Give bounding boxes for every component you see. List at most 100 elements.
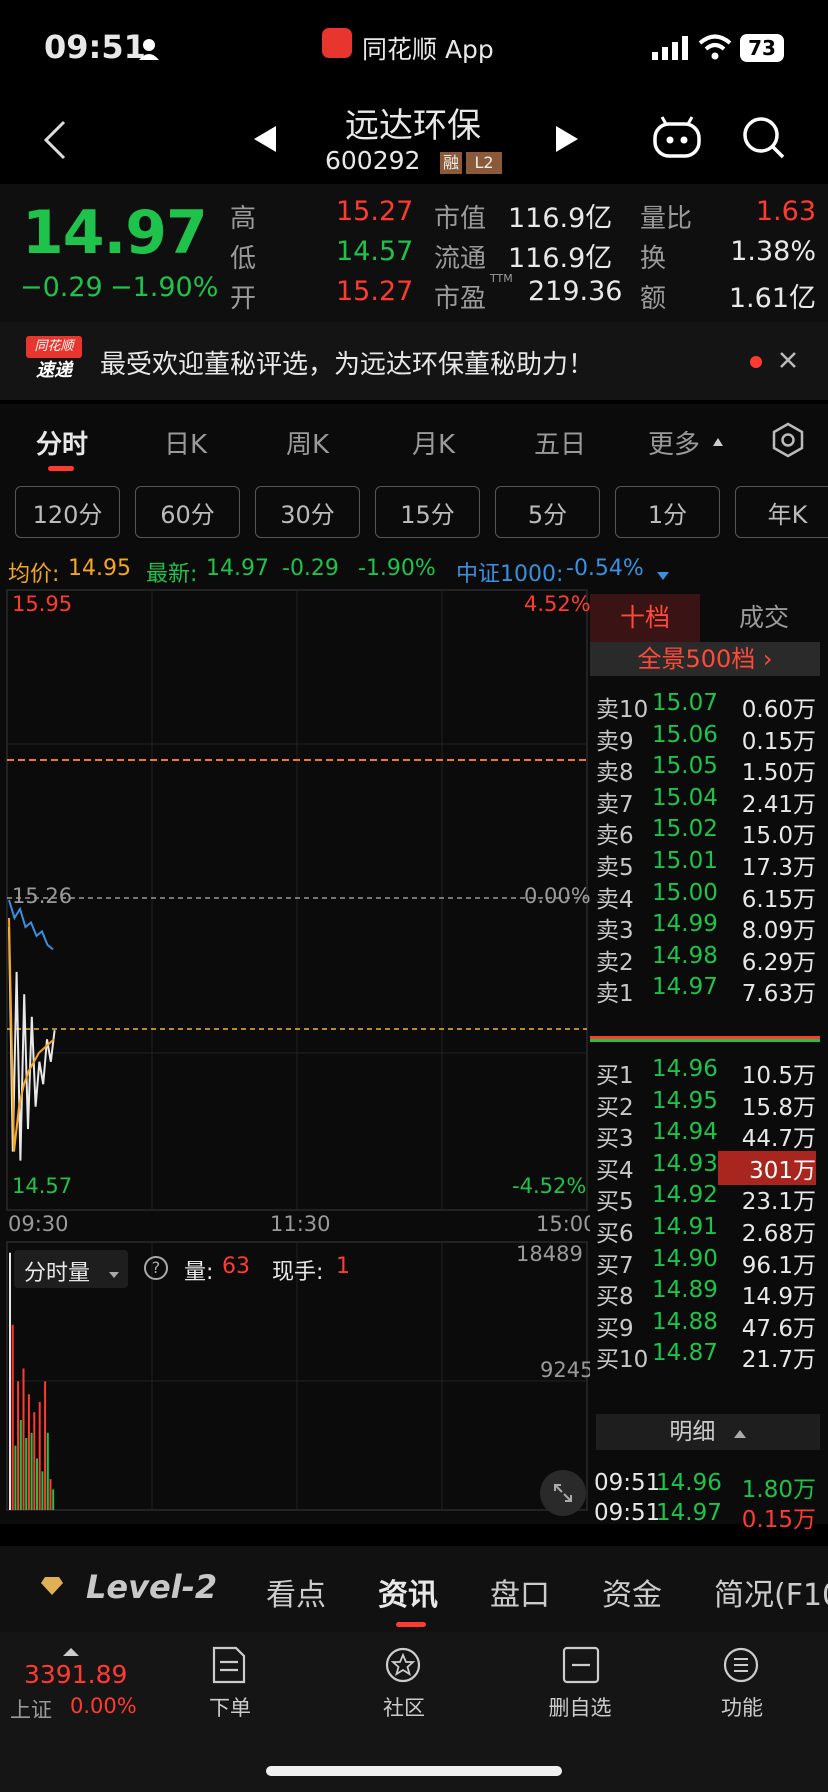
volume-bar (11, 1324, 14, 1510)
stat-value-high: 15.27 (336, 196, 414, 227)
tab-highlights[interactable]: 看点 (266, 1570, 326, 1614)
battery-icon: 73 (740, 34, 784, 62)
index-label[interactable]: 中证1000: (456, 556, 563, 588)
tab-five-day[interactable]: 五日 (534, 424, 586, 461)
tab-more[interactable]: 更多 (648, 424, 700, 461)
order-document-icon (212, 1646, 246, 1684)
bid-row[interactable]: 买8 14.89 14.9万 (590, 1273, 828, 1310)
bid-row[interactable]: 买7 14.90 96.1万 (590, 1242, 828, 1279)
nav-community-label: 社区 (383, 1696, 425, 1720)
tab-news[interactable]: 资讯 (378, 1570, 438, 1614)
intraday-chart[interactable]: 15.95 4.52% 15.26 0.00% 14.57 -4.52% 09:… (0, 588, 597, 1524)
vol-value: 63 (222, 1254, 250, 1279)
period-60min[interactable]: 60分 (135, 486, 240, 538)
unread-dot (750, 356, 762, 368)
stat-label: 低 (230, 244, 257, 274)
ask-row[interactable]: 卖9 15.06 0.15万 (590, 718, 828, 755)
nav-order[interactable]: 下单 (190, 1640, 270, 1720)
ask-row[interactable]: 卖3 14.99 8.09万 (590, 907, 828, 944)
nav-community[interactable]: 社区 (364, 1640, 444, 1720)
bid-row[interactable]: 买3 14.94 44.7万 (590, 1115, 828, 1152)
tab-daily-k[interactable]: 日K (164, 424, 207, 461)
help-icon[interactable]: ? (144, 1256, 168, 1280)
stat-label: 市值 (434, 204, 487, 234)
next-stock-icon[interactable] (554, 124, 580, 158)
volume-indicator-select[interactable]: 分时量 (14, 1250, 128, 1288)
ask-row[interactable]: 卖6 15.02 15.0万 (590, 812, 828, 849)
bid-row[interactable]: 买5 14.92 23.1万 (590, 1178, 828, 1215)
level-price: 14.94 (652, 1119, 718, 1146)
volume-bar (25, 1438, 28, 1510)
stat-label: 流通 (434, 244, 487, 274)
stat-value-low: 14.57 (336, 236, 414, 267)
robot-assistant-icon[interactable] (652, 114, 702, 164)
close-icon[interactable] (778, 350, 798, 374)
bid-row[interactable]: 买2 14.95 15.8万 (590, 1084, 828, 1121)
volume-bar (30, 1432, 33, 1510)
price-change: −0.29 (20, 272, 103, 303)
tab-intraday[interactable]: 分时 (36, 424, 88, 461)
tab-ten-levels[interactable]: 十档 (590, 594, 700, 642)
full-depth-link[interactable]: 全景500档 › (590, 642, 820, 676)
tab-weekly-k[interactable]: 周K (286, 424, 329, 461)
period-30min[interactable]: 30分 (255, 486, 360, 538)
level-price: 14.88 (652, 1308, 718, 1335)
current-price: 14.97 (22, 198, 208, 268)
ask-row[interactable]: 卖4 15.00 6.15万 (590, 876, 828, 913)
margin-badge: 融 (440, 152, 462, 174)
level-price: 14.90 (652, 1245, 718, 1272)
pct-axis-high: 4.52% (524, 592, 591, 616)
stat-value-turnover: 1.38% (730, 236, 816, 267)
index-ticker[interactable]: 3391.89 上证 0.00% (0, 1632, 140, 1732)
bid-row[interactable]: 买10 14.87 21.7万 (590, 1336, 828, 1373)
latest-change-pct: -1.90% (358, 556, 436, 581)
volume-bar (22, 1368, 25, 1510)
bid-row[interactable]: 买6 14.91 2.68万 (590, 1210, 828, 1247)
volume-bar (17, 1381, 20, 1510)
level-price: 14.97 (652, 974, 718, 1001)
level-price: 14.99 (652, 911, 718, 938)
caret-up-icon (733, 1430, 746, 1438)
search-icon[interactable] (742, 116, 786, 164)
bid-row[interactable]: 买4 14.93 301万 (590, 1147, 828, 1185)
nav-remove-watchlist-label: 删自选 (548, 1696, 612, 1720)
trade-row: 09:51 14.97 0.15万 (590, 1496, 828, 1533)
ask-row[interactable]: 卖1 14.97 7.63万 (590, 970, 828, 1007)
tab-company-profile[interactable]: 简况(F10 (714, 1570, 828, 1614)
ask-row[interactable]: 卖2 14.98 6.29万 (590, 939, 828, 976)
period-5min[interactable]: 5分 (495, 486, 600, 538)
wifi-icon (698, 34, 732, 64)
status-time: 09:51 (44, 28, 146, 66)
bottom-nav: 3391.89 上证 0.00% 下单 社区 删自选 功能 (0, 1632, 828, 1792)
prev-stock-icon[interactable] (252, 124, 278, 158)
tab-trades[interactable]: 成交 (700, 594, 828, 642)
period-1min[interactable]: 1分 (615, 486, 720, 538)
period-15min[interactable]: 15分 (375, 486, 480, 538)
ask-row[interactable]: 卖7 15.04 2.41万 (590, 781, 828, 818)
news-banner[interactable]: 同花顺 速递 最受欢迎董秘评选，为远达环保董秘助力！ (0, 322, 828, 400)
nav-functions[interactable]: 功能 (702, 1640, 782, 1720)
tab-monthly-k[interactable]: 月K (412, 424, 455, 461)
bid-row[interactable]: 买1 14.96 10.5万 (590, 1052, 828, 1089)
period-yearly-k[interactable]: 年K (735, 486, 828, 538)
settings-icon[interactable] (770, 422, 806, 462)
detail-header[interactable]: 明细 (596, 1414, 820, 1450)
dropdown-caret-icon[interactable] (656, 562, 670, 587)
ask-row[interactable]: 卖8 15.05 1.50万 (590, 749, 828, 786)
ask-row[interactable]: 卖10 15.07 0.60万 (590, 686, 828, 723)
fullscreen-icon[interactable] (540, 1470, 586, 1516)
back-icon[interactable] (40, 118, 70, 166)
trade-time: 09:51 (594, 1500, 661, 1526)
stat-label: 量比 (640, 204, 693, 234)
latest-change: -0.29 (282, 556, 339, 581)
period-120min[interactable]: 120分 (15, 486, 120, 538)
ask-row[interactable]: 卖5 15.01 17.3万 (590, 844, 828, 881)
bid-row[interactable]: 买9 14.88 47.6万 (590, 1305, 828, 1342)
tab-level2[interactable]: Level-2 (86, 1568, 217, 1606)
hand-label: 现手: (272, 1260, 324, 1285)
nav-remove-watchlist[interactable]: 删自选 (530, 1640, 630, 1720)
tab-capital-flow[interactable]: 资金 (602, 1570, 662, 1614)
vol-label: 量: (184, 1260, 214, 1285)
stock-name: 远达环保 (345, 106, 481, 146)
tab-order-panel[interactable]: 盘口 (490, 1570, 550, 1614)
